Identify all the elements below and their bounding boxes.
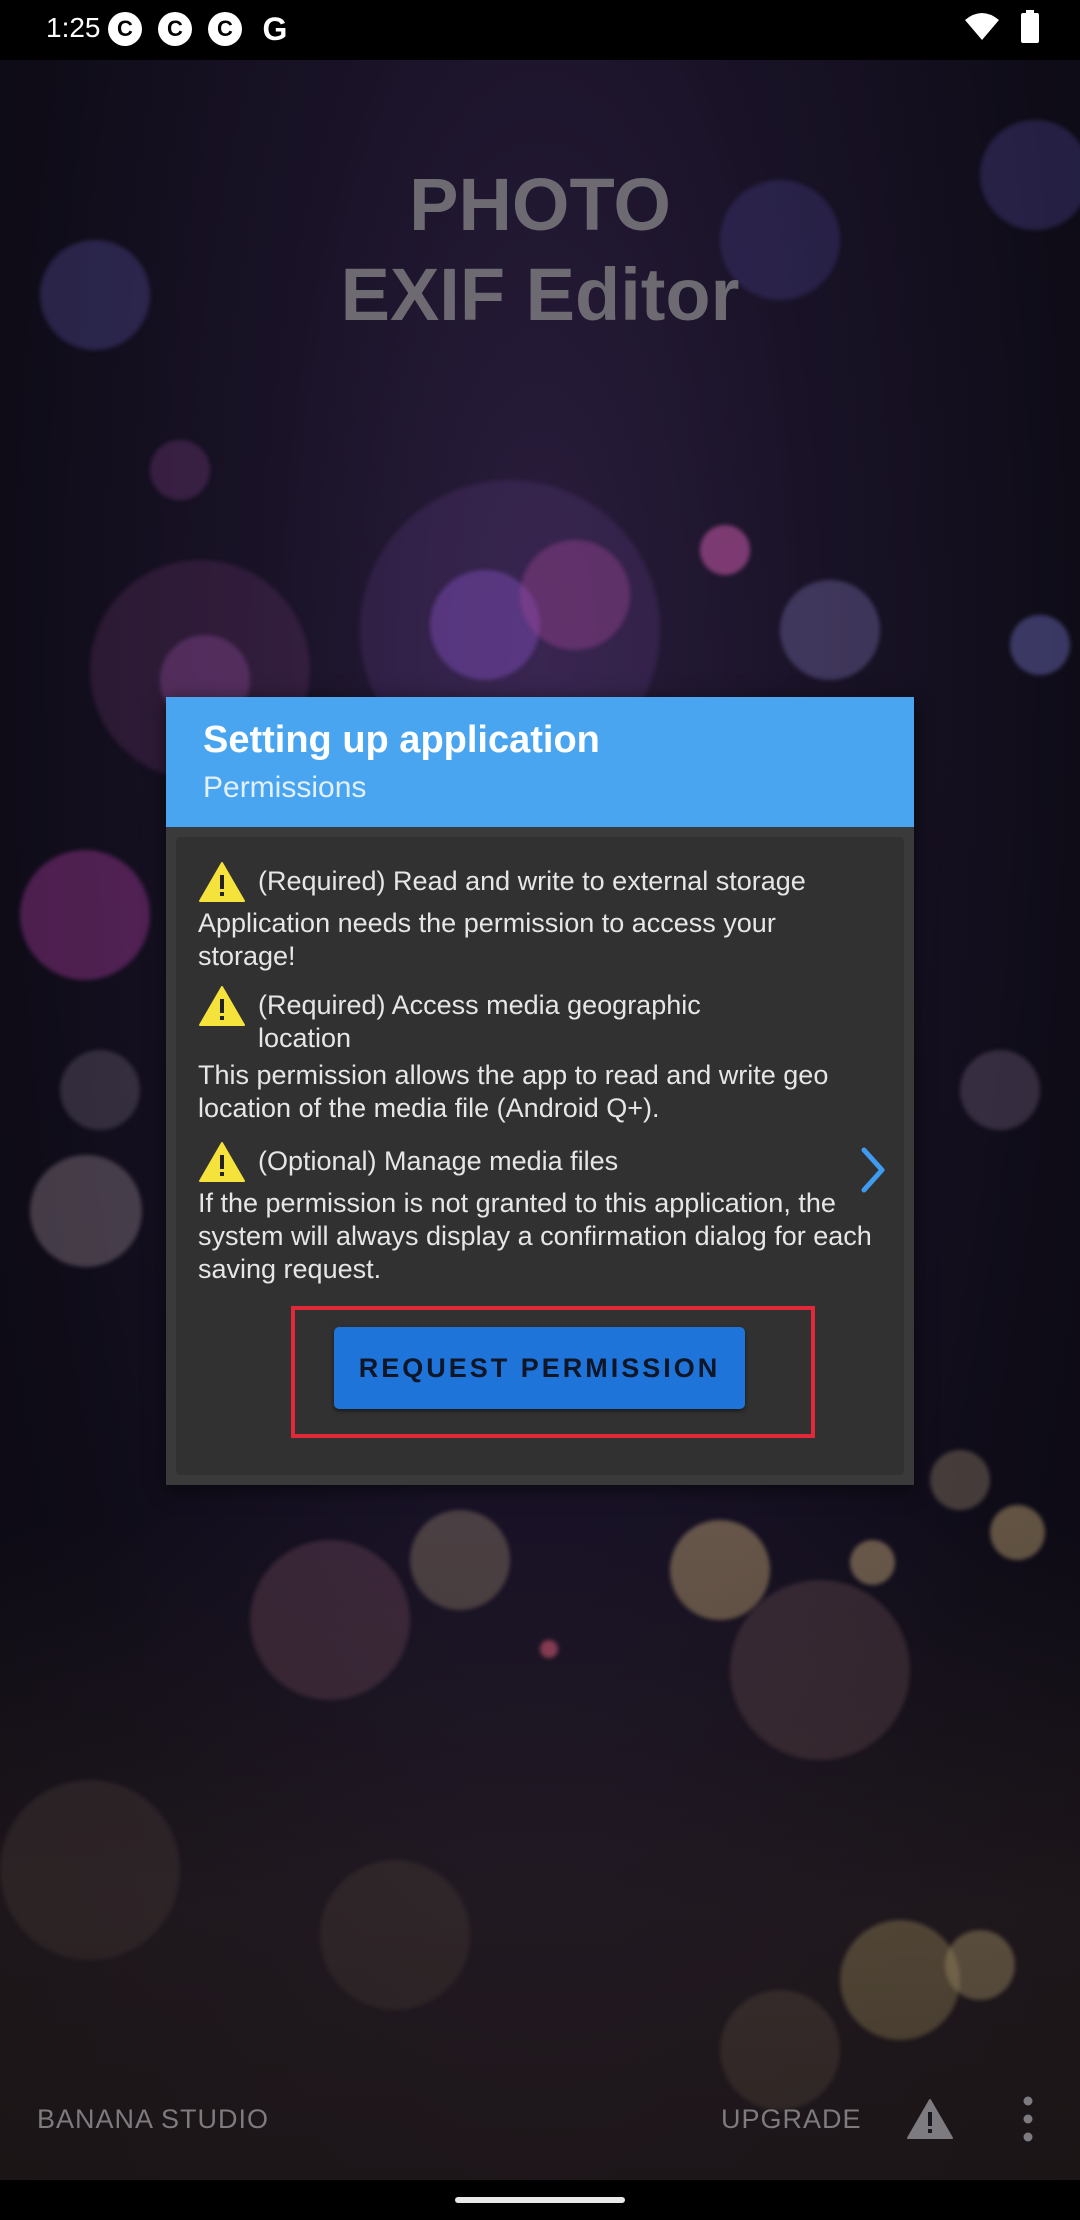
permission-description: If the permission is not granted to this… <box>198 1188 872 1284</box>
permission-item-manage-media[interactable]: (Optional) Manage media files If the per… <box>198 1142 885 1286</box>
dialog-subtitle: Permissions <box>203 771 367 804</box>
battery-icon <box>1021 10 1039 43</box>
app-title-line1: PHOTO <box>409 163 671 246</box>
upgrade-button[interactable]: UPGRADE <box>721 2104 862 2135</box>
permission-item-storage: (Required) Read and write to external st… <box>198 862 878 973</box>
brand-label[interactable]: BANANA STUDIO <box>37 2104 269 2135</box>
permission-name: (Optional) Manage media files <box>258 1146 619 1176</box>
google-icon: G <box>262 10 288 47</box>
notification-icons: C C C G <box>108 10 292 47</box>
permission-name: (Required) Access media geographic locat… <box>258 990 701 1053</box>
dialog-header: Setting up application Permissions <box>166 697 914 827</box>
wifi-icon <box>965 13 999 40</box>
c-icon: C <box>208 12 242 46</box>
c-icon: C <box>158 12 192 46</box>
permission-description: This permission allows the app to read a… <box>198 1060 829 1123</box>
bottom-toolbar: BANANA STUDIO UPGRADE <box>0 2080 1080 2160</box>
status-bar: 1:25 C C C G <box>0 0 1080 60</box>
permission-name: (Required) Read and write to external st… <box>258 866 806 896</box>
home-handle[interactable] <box>455 2197 625 2203</box>
warning-icon[interactable] <box>906 2098 954 2140</box>
more-vert-icon[interactable] <box>1018 2094 1038 2144</box>
warning-icon <box>199 1142 245 1182</box>
c-icon: C <box>108 12 142 46</box>
chevron-right-icon[interactable] <box>856 1145 890 1195</box>
dialog-title: Setting up application <box>203 719 600 761</box>
permission-item-location: (Required) Access media geographic locat… <box>198 986 878 1125</box>
app-title: PHOTO EXIF Editor <box>0 160 1080 340</box>
status-time: 1:25 <box>46 12 101 43</box>
navigation-bar <box>0 2180 1080 2220</box>
app-title-line2: EXIF Editor <box>340 253 740 336</box>
system-icons <box>964 10 1040 44</box>
warning-icon <box>199 986 245 1026</box>
warning-icon <box>199 862 245 902</box>
request-permission-button[interactable]: REQUEST PERMISSION <box>334 1327 745 1409</box>
permission-description: Application needs the permission to acce… <box>198 908 776 971</box>
